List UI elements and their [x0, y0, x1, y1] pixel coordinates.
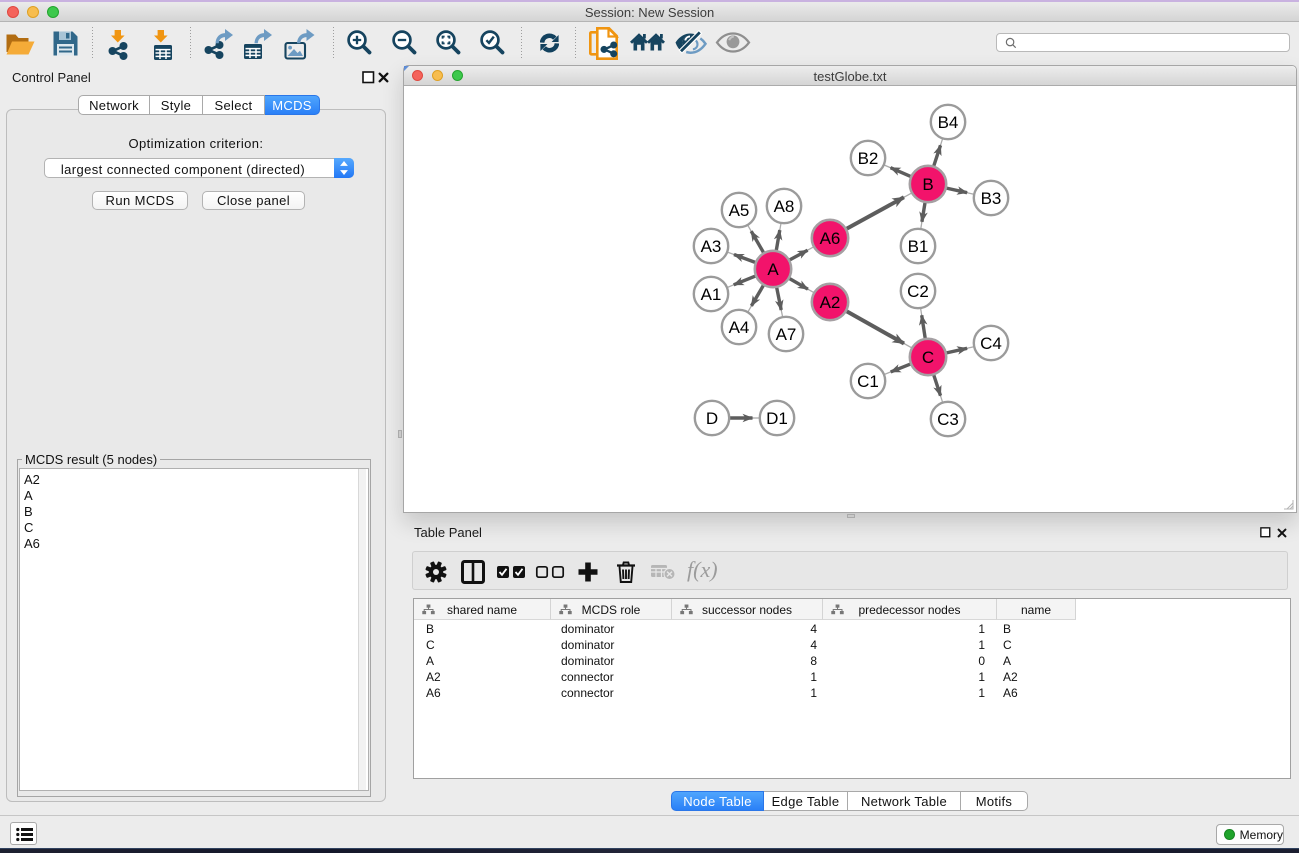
svg-text:A8: A8 — [774, 197, 795, 216]
svg-text:A4: A4 — [729, 318, 750, 337]
svg-text:B4: B4 — [938, 113, 959, 132]
svg-text:C3: C3 — [937, 410, 959, 429]
svg-text:D: D — [706, 409, 718, 428]
svg-text:A5: A5 — [729, 201, 750, 220]
svg-text:B3: B3 — [981, 189, 1002, 208]
svg-text:B2: B2 — [858, 149, 879, 168]
svg-text:C4: C4 — [980, 334, 1002, 353]
svg-text:A3: A3 — [701, 237, 722, 256]
svg-text:B: B — [922, 175, 933, 194]
svg-text:C: C — [922, 348, 934, 367]
svg-text:A: A — [767, 260, 779, 279]
svg-text:A6: A6 — [820, 229, 841, 248]
svg-text:C2: C2 — [907, 282, 929, 301]
svg-text:C1: C1 — [857, 372, 879, 391]
svg-text:A7: A7 — [776, 325, 797, 344]
svg-text:A1: A1 — [701, 285, 722, 304]
svg-text:D1: D1 — [766, 409, 788, 428]
svg-text:A2: A2 — [820, 293, 841, 312]
svg-text:B1: B1 — [908, 237, 929, 256]
